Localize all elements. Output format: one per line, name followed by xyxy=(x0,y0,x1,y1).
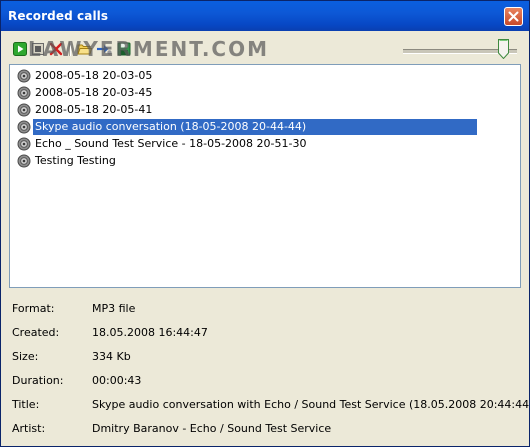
recording-item[interactable]: 2008-05-18 20-05-41 xyxy=(16,102,154,118)
recording-label: 2008-05-18 20-03-45 xyxy=(35,86,153,99)
recording-item[interactable]: Testing Testing xyxy=(16,153,118,169)
close-button[interactable] xyxy=(504,7,523,26)
volume-slider[interactable] xyxy=(403,39,517,61)
detail-key: Title: xyxy=(12,398,40,411)
audio-file-icon xyxy=(16,85,32,101)
close-icon xyxy=(508,11,519,22)
audio-file-icon xyxy=(16,153,32,169)
detail-key: Created: xyxy=(12,326,60,339)
title-bar[interactable]: Recorded calls xyxy=(1,1,529,31)
detail-value: 00:00:43 xyxy=(92,374,142,387)
recording-item[interactable]: 2008-05-18 20-03-05 xyxy=(16,68,154,84)
detail-key: Artist: xyxy=(12,422,46,435)
audio-file-icon xyxy=(16,102,32,118)
detail-key: Duration: xyxy=(12,374,64,387)
audio-file-icon xyxy=(16,68,32,84)
window-title: Recorded calls xyxy=(8,9,109,23)
recording-label: 2008-05-18 20-03-05 xyxy=(35,69,153,82)
detail-value: 18.05.2008 16:44:47 xyxy=(92,326,208,339)
recording-label: Skype audio conversation (18-05-2008 20-… xyxy=(33,119,477,135)
play-button[interactable] xyxy=(11,40,29,58)
volume-slider-thumb[interactable] xyxy=(498,39,509,59)
recorded-calls-window: Recorded calls LAWYERMENT.COM 2008-05-18… xyxy=(0,0,530,447)
recording-item[interactable]: Echo _ Sound Test Service - 18-05-2008 2… xyxy=(16,136,308,152)
watermark-text: LAWYERMENT.COM xyxy=(28,37,270,61)
recordings-list[interactable]: 2008-05-18 20-03-05 2008-05-18 20-03-45 20… xyxy=(9,64,521,288)
detail-value: Skype audio conversation with Echo / Sou… xyxy=(92,398,530,411)
audio-file-icon xyxy=(16,119,32,135)
detail-key: Size: xyxy=(12,350,39,363)
recording-label: Testing Testing xyxy=(35,154,116,167)
detail-value: 334 Kb xyxy=(92,350,131,363)
recording-item[interactable]: 2008-05-18 20-03-45 xyxy=(16,85,154,101)
detail-value: MP3 file xyxy=(92,302,136,315)
recording-item[interactable]: Skype audio conversation (18-05-2008 20-… xyxy=(16,119,477,135)
detail-key: Format: xyxy=(12,302,55,315)
audio-file-icon xyxy=(16,136,32,152)
detail-value: Dmitry Baranov - Echo / Sound Test Servi… xyxy=(92,422,332,435)
recording-label: Echo _ Sound Test Service - 18-05-2008 2… xyxy=(35,137,307,150)
play-icon xyxy=(13,42,27,56)
recording-label: 2008-05-18 20-05-41 xyxy=(35,103,153,116)
